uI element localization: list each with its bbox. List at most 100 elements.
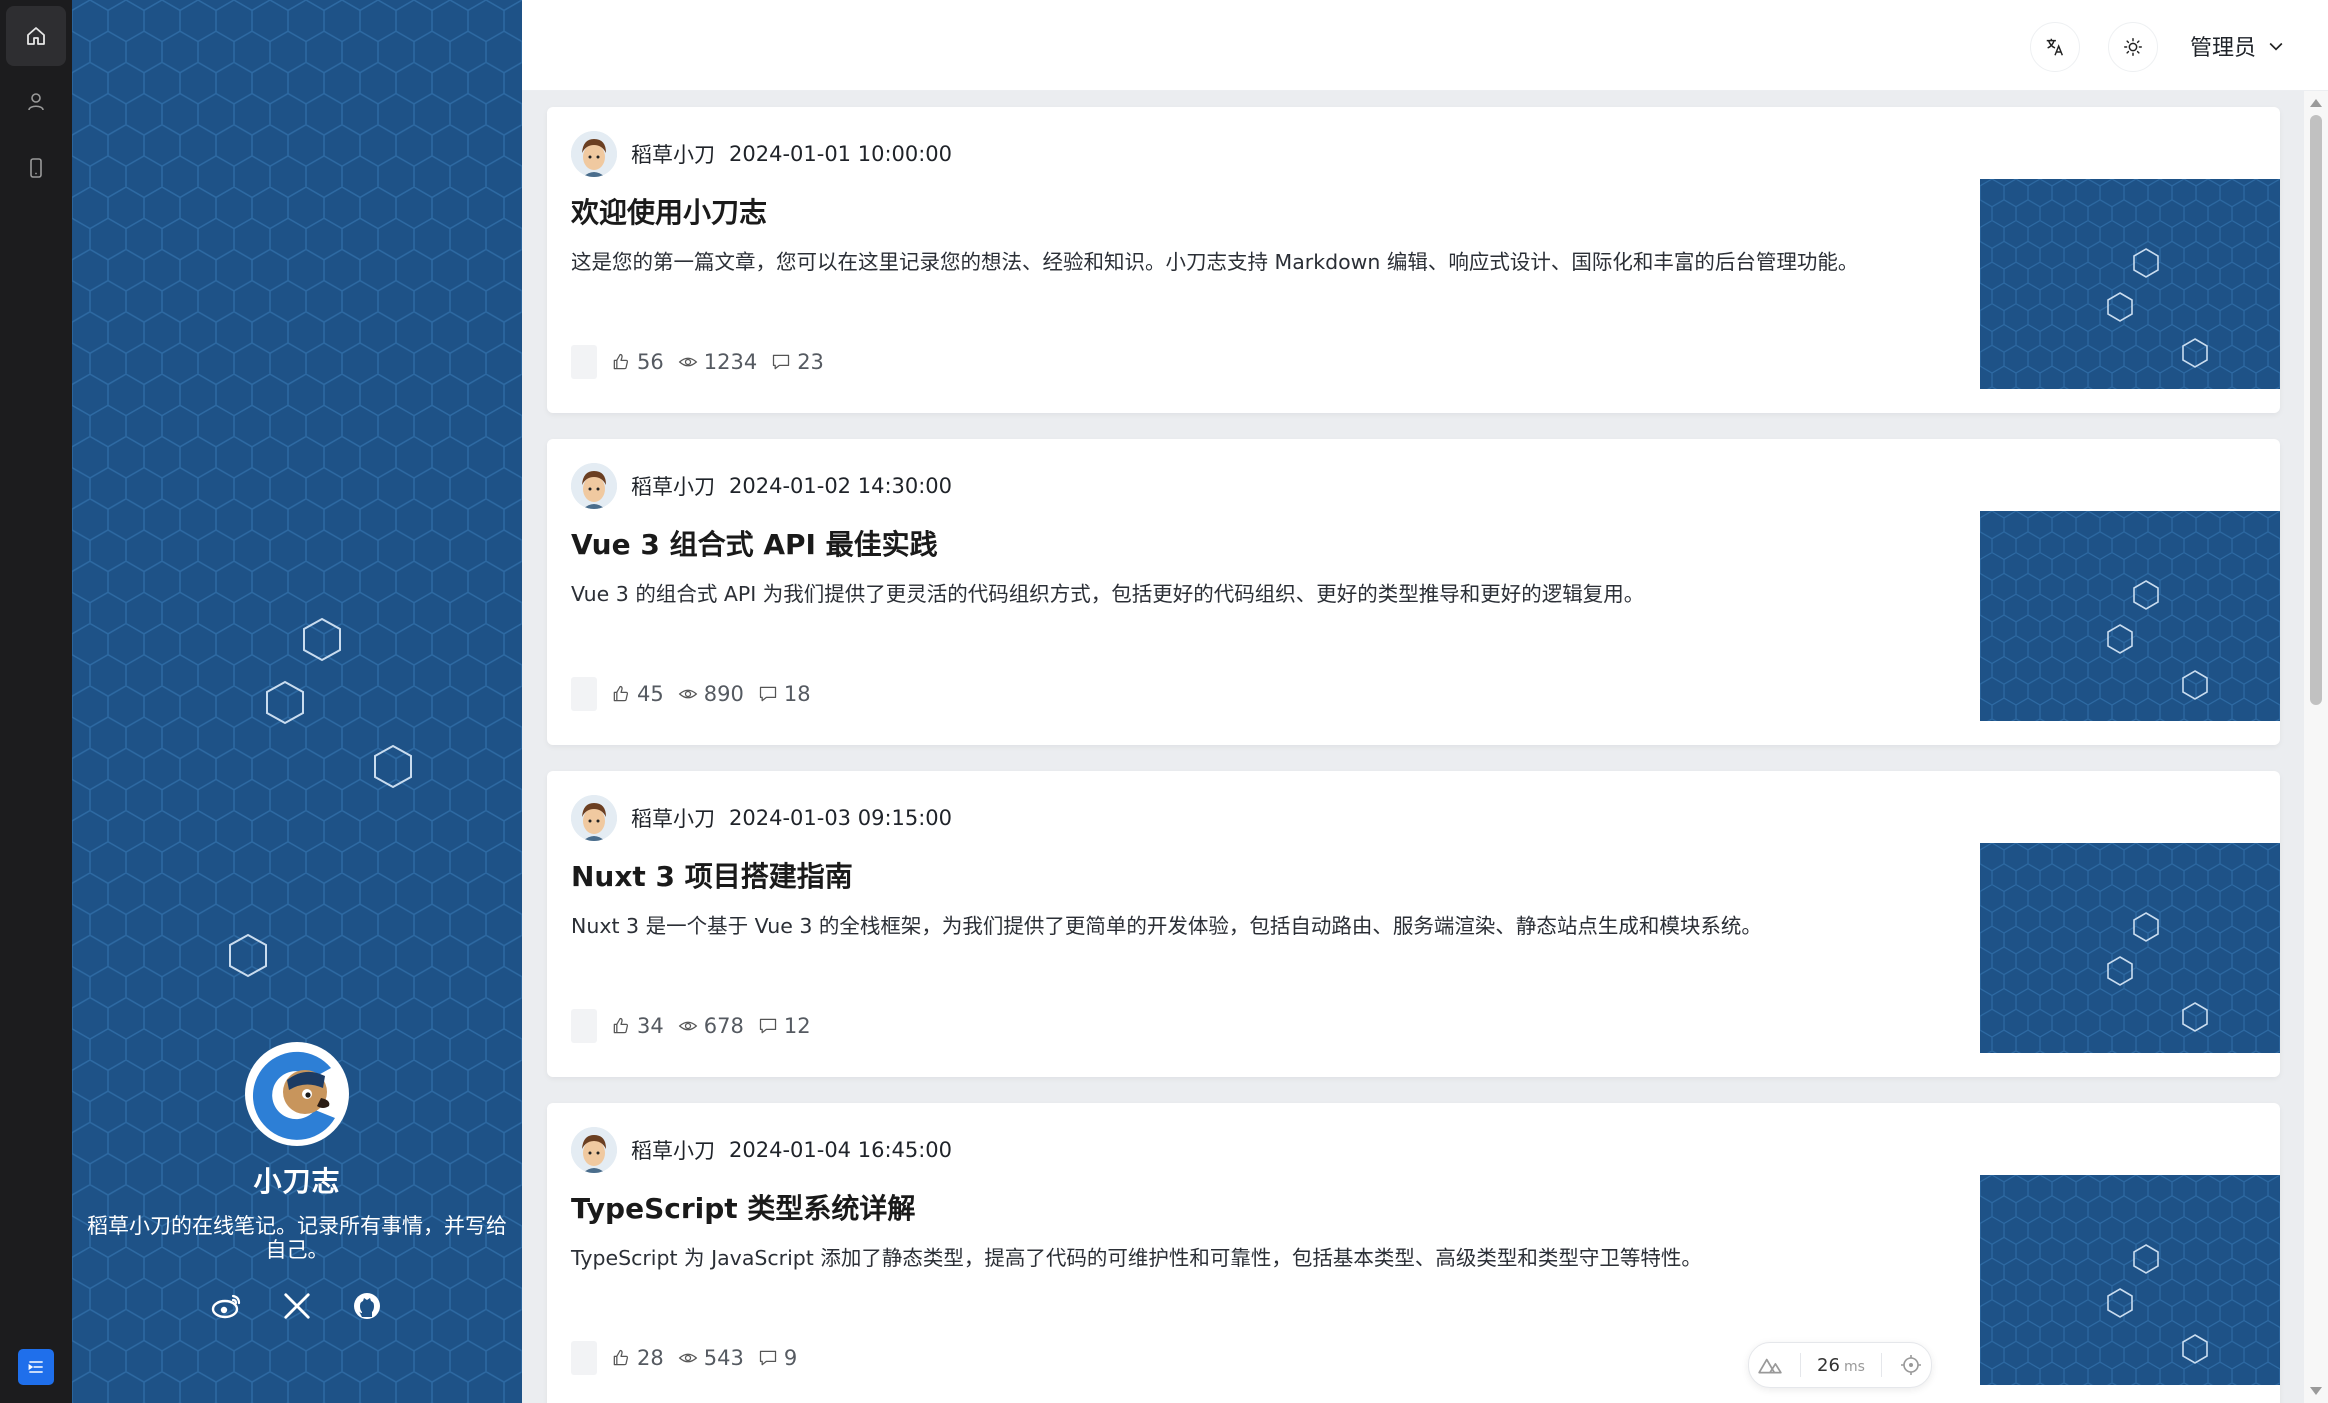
nuxt-icon: [1758, 1358, 1782, 1374]
comment-icon: [759, 1350, 776, 1366]
user-icon: [28, 93, 44, 111]
github-link[interactable]: [349, 1288, 385, 1324]
tag-placeholder: [571, 677, 597, 711]
thumbs-up-icon: [613, 1017, 629, 1034]
main-scrollbar[interactable]: [2304, 91, 2328, 1403]
like-count: 28: [637, 1346, 664, 1370]
view-count: 543: [703, 1346, 744, 1370]
mobile-icon: [30, 158, 42, 178]
x-icon: [284, 1293, 310, 1319]
thumbs-up-icon: [613, 1349, 629, 1366]
comment-count: 12: [783, 1014, 811, 1038]
weibo-icon: [211, 1294, 241, 1319]
thumbs-up-icon: [613, 685, 629, 702]
menu-icon: [28, 1361, 43, 1373]
scroll-down-arrow[interactable]: [2310, 1387, 2322, 1395]
author-name[interactable]: 稻草小刀: [631, 803, 715, 833]
comment-icon: [759, 686, 776, 702]
github-icon: [354, 1293, 380, 1319]
scrollbar-thumb[interactable]: [2310, 115, 2322, 705]
like-stat[interactable]: 45: [611, 682, 664, 706]
post-cover-image[interactable]: [1980, 843, 2280, 1053]
thumbs-up-icon: [613, 353, 629, 370]
post-card[interactable]: 稻草小刀 2024-01-01 10:00:00 欢迎使用小刀志 这是您的第一篇…: [547, 107, 2280, 413]
like-count: 45: [637, 682, 664, 706]
render-time: 26 ms: [1817, 1355, 1865, 1376]
like-stat[interactable]: 28: [611, 1346, 664, 1370]
user-menu[interactable]: 管理员: [2190, 28, 2286, 64]
tag-placeholder: [571, 1341, 597, 1375]
rail-user-button[interactable]: [6, 72, 66, 132]
profile-sidebar: 小刀志 稻草小刀的在线笔记。记录所有事情，并写给自己。: [72, 0, 522, 1403]
weibo-link[interactable]: [209, 1288, 245, 1324]
language-button[interactable]: [2030, 22, 2080, 72]
post-card[interactable]: 稻草小刀 2024-01-03 09:15:00 Nuxt 3 项目搭建指南 N…: [547, 771, 2280, 1077]
post-title[interactable]: Nuxt 3 项目搭建指南: [571, 855, 853, 895]
post-title[interactable]: 欢迎使用小刀志: [571, 191, 767, 231]
view-stat: 1234: [678, 350, 757, 374]
view-stat: 678: [678, 1014, 744, 1038]
render-time-unit: ms: [1843, 1358, 1865, 1375]
chevron-down-icon: [2269, 42, 2283, 51]
post-date: 2024-01-02 14:30:00: [729, 474, 953, 498]
crosshair-icon[interactable]: [1899, 1353, 1923, 1377]
view-count: 890: [703, 682, 744, 706]
post-cover-image[interactable]: [1980, 1175, 2280, 1385]
author-avatar[interactable]: [571, 1127, 617, 1173]
author-name[interactable]: 稻草小刀: [631, 139, 715, 169]
author-name[interactable]: 稻草小刀: [631, 1135, 715, 1165]
post-stats: 28 543 9: [571, 1341, 797, 1375]
like-stat[interactable]: 34: [611, 1014, 664, 1038]
comment-icon: [759, 1018, 776, 1034]
comment-stat[interactable]: 9: [758, 1346, 797, 1370]
post-meta: 稻草小刀 2024-01-04 16:45:00: [571, 1127, 952, 1173]
user-menu-label: 管理员: [2190, 36, 2257, 61]
scroll-up-arrow[interactable]: [2310, 99, 2322, 107]
view-count: 678: [703, 1014, 744, 1038]
comment-stat[interactable]: 18: [758, 682, 811, 706]
post-card[interactable]: 稻草小刀 2024-01-02 14:30:00 Vue 3 组合式 API 最…: [547, 439, 2280, 745]
post-stats: 34 678 12: [571, 1009, 811, 1043]
divider: [1799, 1353, 1801, 1377]
render-time-value: 26: [1817, 1354, 1840, 1376]
nuxt-devtools-pill[interactable]: 26 ms: [1748, 1342, 1932, 1388]
comment-stat[interactable]: 12: [758, 1014, 811, 1038]
tag-placeholder: [571, 1009, 597, 1043]
profile-card: 小刀志 稻草小刀的在线笔记。记录所有事情，并写给自己。: [72, 1040, 522, 1324]
eye-icon: [678, 689, 698, 699]
app-rail: [0, 0, 72, 1403]
view-count: 1234: [703, 350, 758, 374]
like-stat[interactable]: 56: [611, 350, 664, 374]
post-cover-image[interactable]: [1980, 511, 2280, 721]
sun-icon: [2124, 38, 2142, 56]
site-description: 稻草小刀的在线笔记。记录所有事情，并写给自己。: [87, 1214, 507, 1262]
author-name[interactable]: 稻草小刀: [631, 471, 715, 501]
post-meta: 稻草小刀 2024-01-02 14:30:00: [571, 463, 952, 509]
post-excerpt: TypeScript 为 JavaScript 添加了静态类型，提高了代码的可维…: [571, 1246, 1702, 1270]
comment-stat[interactable]: 23: [771, 350, 824, 374]
home-icon: [27, 27, 45, 45]
rail-menu-toggle-button[interactable]: [18, 1349, 54, 1385]
author-avatar[interactable]: [571, 131, 617, 177]
rail-home-button[interactable]: [6, 6, 66, 66]
post-excerpt: Vue 3 的组合式 API 为我们提供了更灵活的代码组织方式，包括更好的代码组…: [571, 582, 1645, 606]
post-excerpt: Nuxt 3 是一个基于 Vue 3 的全栈框架，为我们提供了更简单的开发体验，…: [571, 914, 1762, 938]
theme-toggle-button[interactable]: [2108, 22, 2158, 72]
post-cover-image[interactable]: [1980, 179, 2280, 389]
author-avatar[interactable]: [571, 463, 617, 509]
rail-mobile-button[interactable]: [6, 138, 66, 198]
post-date: 2024-01-03 09:15:00: [729, 806, 953, 830]
translate-icon: [2046, 38, 2064, 56]
post-date: 2024-01-04 16:45:00: [729, 1138, 953, 1162]
view-stat: 890: [678, 682, 744, 706]
post-title[interactable]: Vue 3 组合式 API 最佳实践: [571, 523, 938, 563]
post-meta: 稻草小刀 2024-01-03 09:15:00: [571, 795, 952, 841]
comment-count: 23: [797, 350, 824, 374]
divider: [1881, 1353, 1883, 1377]
x-link[interactable]: [279, 1288, 315, 1324]
post-title[interactable]: TypeScript 类型系统详解: [571, 1187, 915, 1227]
comment-count: 9: [783, 1346, 798, 1370]
eye-icon: [678, 1021, 698, 1031]
author-avatar[interactable]: [571, 795, 617, 841]
post-card[interactable]: 稻草小刀 2024-01-04 16:45:00 TypeScript 类型系统…: [547, 1103, 2280, 1403]
